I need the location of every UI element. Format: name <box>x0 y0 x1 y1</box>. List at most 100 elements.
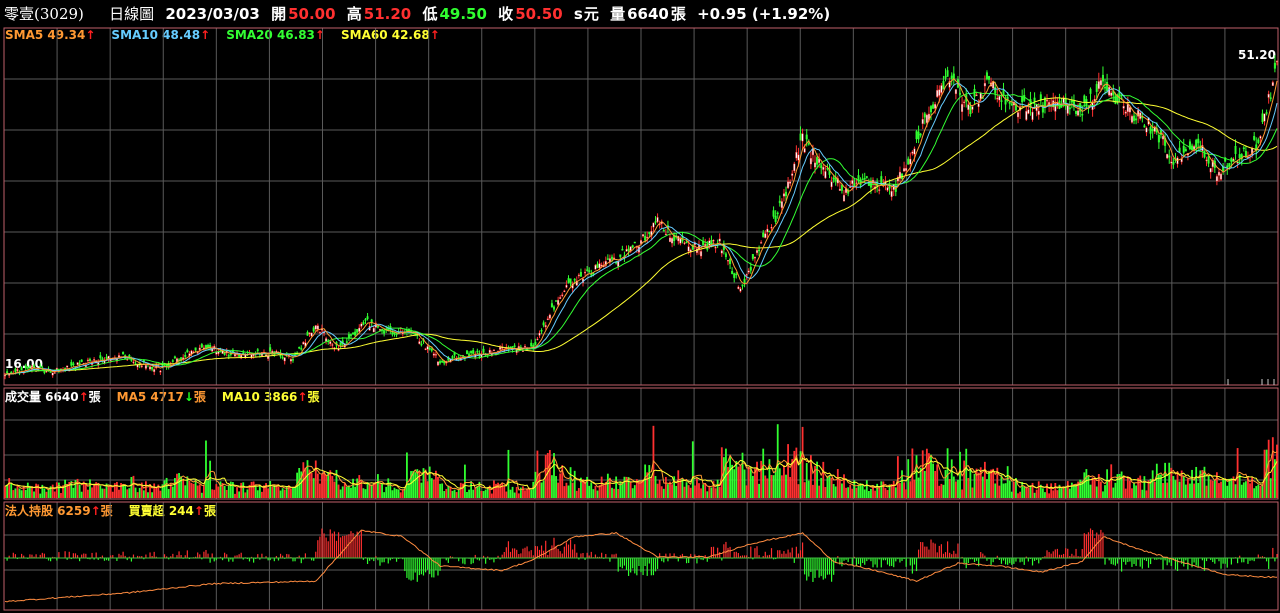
volume-bar <box>1155 463 1158 498</box>
volume-bar <box>936 464 939 498</box>
volume-bar <box>841 483 843 498</box>
candle-body <box>1271 82 1274 86</box>
volume-bar <box>720 447 723 498</box>
volume-bar <box>921 450 924 498</box>
candle-body <box>563 290 566 293</box>
volume-bar <box>822 461 825 498</box>
candle-body <box>683 242 686 244</box>
candle-body <box>1108 86 1111 96</box>
volume-bar <box>654 476 657 498</box>
volume-bar <box>538 473 541 498</box>
candle-body <box>291 359 294 361</box>
volume-bar <box>47 489 50 498</box>
candle-body <box>354 331 357 336</box>
volume-bar <box>89 479 91 498</box>
volume-bar <box>343 483 346 498</box>
volume-bar <box>362 488 365 498</box>
candle-body <box>117 355 120 358</box>
candle-body <box>16 369 19 371</box>
candle-body <box>184 354 187 357</box>
volume-bar <box>80 491 83 498</box>
volume-bar <box>368 484 371 498</box>
volume-bar <box>981 476 984 498</box>
candle-body <box>930 106 933 113</box>
candle-body <box>799 133 802 141</box>
candle-body <box>988 76 991 80</box>
volume-bar <box>217 486 220 498</box>
volume-bar <box>923 470 926 498</box>
candle-body <box>544 325 547 328</box>
volume-bar <box>689 487 692 498</box>
volume-bar <box>863 489 866 498</box>
volume-bar <box>124 484 127 498</box>
candle-body <box>1234 146 1237 154</box>
volume-bar <box>505 491 508 498</box>
volume-bar <box>428 466 431 498</box>
candle-body <box>940 85 943 93</box>
volume-bar <box>391 490 394 498</box>
volume-bar <box>998 485 1001 498</box>
candle-body <box>749 266 752 271</box>
volume-bar <box>91 487 93 498</box>
volume-bar <box>250 481 253 498</box>
candle-body <box>950 75 953 79</box>
candle-body <box>1197 138 1200 144</box>
candle-body <box>917 131 920 140</box>
volume-bar <box>244 492 247 498</box>
candle-body <box>733 273 736 278</box>
volume-bar <box>424 469 427 498</box>
volume-bar <box>602 485 605 498</box>
candle-body <box>851 180 854 185</box>
volume-bar <box>33 491 35 498</box>
candle-body <box>198 347 201 351</box>
candle-body <box>401 332 404 335</box>
volume-bar <box>1213 480 1216 498</box>
candle-body <box>832 177 835 180</box>
volume-bar <box>468 489 470 498</box>
volume-bar <box>957 479 959 498</box>
volume-bar <box>834 486 837 498</box>
candle-body <box>418 341 421 344</box>
volume-bar <box>163 480 166 498</box>
candle-body <box>534 341 537 346</box>
candle-body <box>753 256 756 259</box>
candle-body <box>546 318 549 320</box>
volume-bar <box>198 484 201 498</box>
volume-bar <box>563 486 566 498</box>
volume-bar <box>789 477 792 498</box>
candle-body <box>878 189 881 191</box>
volume-bar <box>60 493 62 498</box>
candle-body <box>430 348 433 351</box>
candle-body <box>426 346 429 350</box>
volume-bar <box>687 485 690 498</box>
candle-body <box>482 348 485 353</box>
volume-bar <box>246 489 249 498</box>
volume-bar <box>992 468 995 498</box>
volume-bar <box>420 482 423 498</box>
volume-bar <box>339 489 342 498</box>
candle-body <box>588 270 591 272</box>
volume-bar <box>658 479 661 498</box>
candle-body <box>521 350 524 352</box>
volume-bar <box>314 460 317 498</box>
candle-body <box>785 191 788 197</box>
candle-body <box>1031 111 1034 120</box>
volume-bar <box>1189 483 1191 498</box>
volume-bar <box>805 463 808 498</box>
volume-bar <box>1050 483 1053 498</box>
candle-body <box>801 133 804 142</box>
volume-bar <box>53 491 56 498</box>
volume-bar <box>1197 482 1200 498</box>
volume-bar <box>408 482 410 498</box>
volume-bar <box>4 486 6 498</box>
candle-body <box>1263 113 1266 122</box>
candle-body <box>1265 112 1268 114</box>
stock-chart[interactable] <box>0 0 1280 613</box>
volume-bar <box>453 489 456 498</box>
volume-bar <box>758 483 760 498</box>
volume-bar <box>793 450 796 498</box>
candle-body <box>865 176 868 178</box>
volume-bar <box>474 487 477 498</box>
volume-bar <box>145 481 147 498</box>
volume-bar <box>381 484 383 498</box>
